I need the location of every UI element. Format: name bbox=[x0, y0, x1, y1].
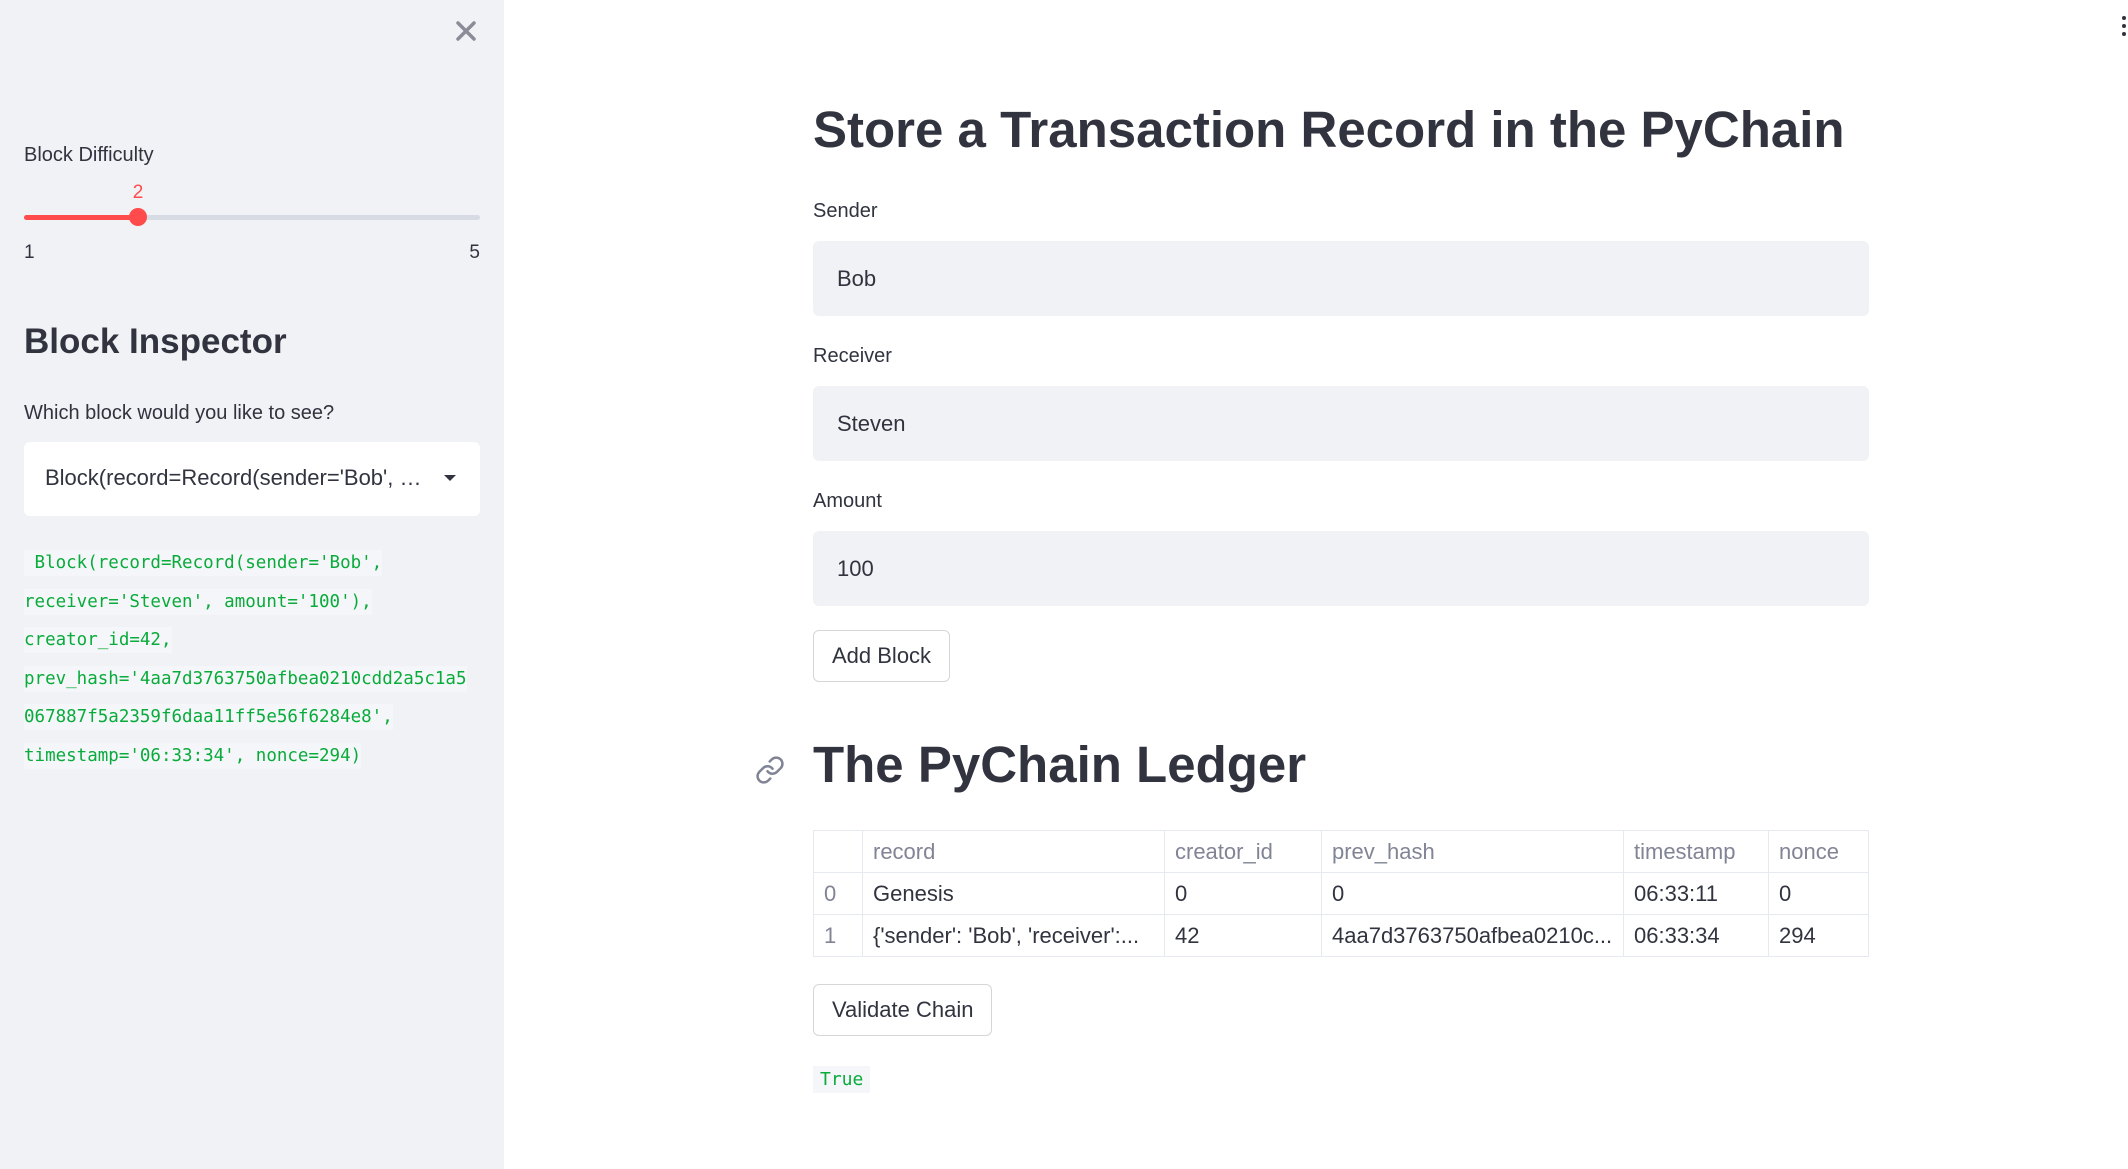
column-header-record[interactable]: record bbox=[862, 830, 1165, 873]
table-row: 0 Genesis 0 0 06:33:11 0 bbox=[813, 872, 1869, 915]
app: Block Difficulty 2 1 5 Block Inspector W… bbox=[0, 0, 2128, 1169]
slider-label: Block Difficulty bbox=[24, 144, 154, 166]
slider-fill bbox=[24, 215, 138, 220]
slider-min-label: 1 bbox=[24, 242, 35, 263]
validate-chain-button[interactable]: Validate Chain bbox=[813, 984, 993, 1036]
code-line: 067887f5a2359f6daa11ff5e56f6284e8', bbox=[24, 698, 480, 737]
cell-prev-hash[interactable]: 4aa7d3763750afbea0210c... bbox=[1321, 914, 1624, 957]
column-header-timestamp[interactable]: timestamp bbox=[1623, 830, 1769, 873]
slider-max-label: 5 bbox=[469, 242, 480, 263]
block-select-value: Block(record=Record(sender='Bob', receiv… bbox=[45, 465, 425, 490]
chevron-down-icon bbox=[444, 475, 456, 481]
vertical-dots-icon bbox=[2116, 16, 2128, 36]
ledger-table: record creator_id prev_hash timestamp no… bbox=[813, 830, 1869, 957]
row-index[interactable]: 1 bbox=[813, 914, 863, 957]
amount-label: Amount bbox=[813, 490, 882, 512]
validation-result: True bbox=[813, 1066, 871, 1093]
block-inspector-heading: Block Inspector bbox=[24, 322, 287, 361]
cell-nonce[interactable]: 0 bbox=[1768, 872, 1869, 915]
ledger-heading: The PyChain Ledger bbox=[813, 736, 1307, 793]
cell-timestamp[interactable]: 06:33:11 bbox=[1623, 872, 1769, 915]
close-icon bbox=[456, 21, 476, 41]
link-icon bbox=[756, 756, 784, 784]
sender-input[interactable]: Bob bbox=[813, 241, 1869, 316]
cell-prev-hash[interactable]: 0 bbox=[1321, 872, 1624, 915]
cell-record[interactable]: {'sender': 'Bob', 'receiver':... bbox=[862, 914, 1165, 957]
slider-current-value: 2 bbox=[132, 182, 144, 203]
sender-label: Sender bbox=[813, 200, 878, 222]
difficulty-slider[interactable]: 2 1 5 bbox=[24, 180, 480, 263]
heading-anchor-link[interactable] bbox=[755, 755, 785, 785]
cell-creator-id[interactable]: 0 bbox=[1164, 872, 1322, 915]
page-title: Store a Transaction Record in the PyChai… bbox=[813, 101, 1845, 158]
slider-thumb[interactable] bbox=[129, 208, 147, 226]
table-header-row: record creator_id prev_hash timestamp no… bbox=[813, 830, 1869, 873]
column-header-creator-id[interactable]: creator_id bbox=[1164, 830, 1322, 873]
block-details-code: Block(record=Record(sender='Bob', receiv… bbox=[24, 544, 480, 775]
receiver-input[interactable]: Steven bbox=[813, 386, 1869, 461]
code-line: prev_hash='4aa7d3763750afbea0210cdd2a5c1… bbox=[24, 660, 480, 699]
column-header-index[interactable] bbox=[813, 830, 863, 873]
row-index[interactable]: 0 bbox=[813, 872, 863, 915]
code-line: creator_id=42, bbox=[24, 621, 480, 660]
code-line: receiver='Steven', amount='100'), bbox=[24, 583, 480, 622]
block-select[interactable]: Block(record=Record(sender='Bob', receiv… bbox=[24, 442, 480, 516]
table-row: 1 {'sender': 'Bob', 'receiver':... 42 4a… bbox=[813, 914, 1869, 957]
cell-creator-id[interactable]: 42 bbox=[1164, 914, 1322, 957]
add-block-button[interactable]: Add Block bbox=[813, 630, 951, 682]
code-line: Block(record=Record(sender='Bob', bbox=[24, 544, 480, 583]
amount-input[interactable]: 100 bbox=[813, 531, 1869, 606]
block-select-label: Which block would you like to see? bbox=[24, 402, 335, 424]
sidebar: Block Difficulty 2 1 5 Block Inspector W… bbox=[0, 0, 504, 1169]
cell-timestamp[interactable]: 06:33:34 bbox=[1623, 914, 1769, 957]
receiver-label: Receiver bbox=[813, 345, 892, 367]
slider-track[interactable] bbox=[24, 215, 480, 220]
column-header-nonce[interactable]: nonce bbox=[1768, 830, 1869, 873]
column-header-prev-hash[interactable]: prev_hash bbox=[1321, 830, 1624, 873]
main-menu-button[interactable] bbox=[2116, 16, 2128, 46]
cell-record[interactable]: Genesis bbox=[862, 872, 1165, 915]
code-line: timestamp='06:33:34', nonce=294) bbox=[24, 737, 480, 776]
cell-nonce[interactable]: 294 bbox=[1768, 914, 1869, 957]
close-sidebar-button[interactable] bbox=[449, 14, 483, 48]
